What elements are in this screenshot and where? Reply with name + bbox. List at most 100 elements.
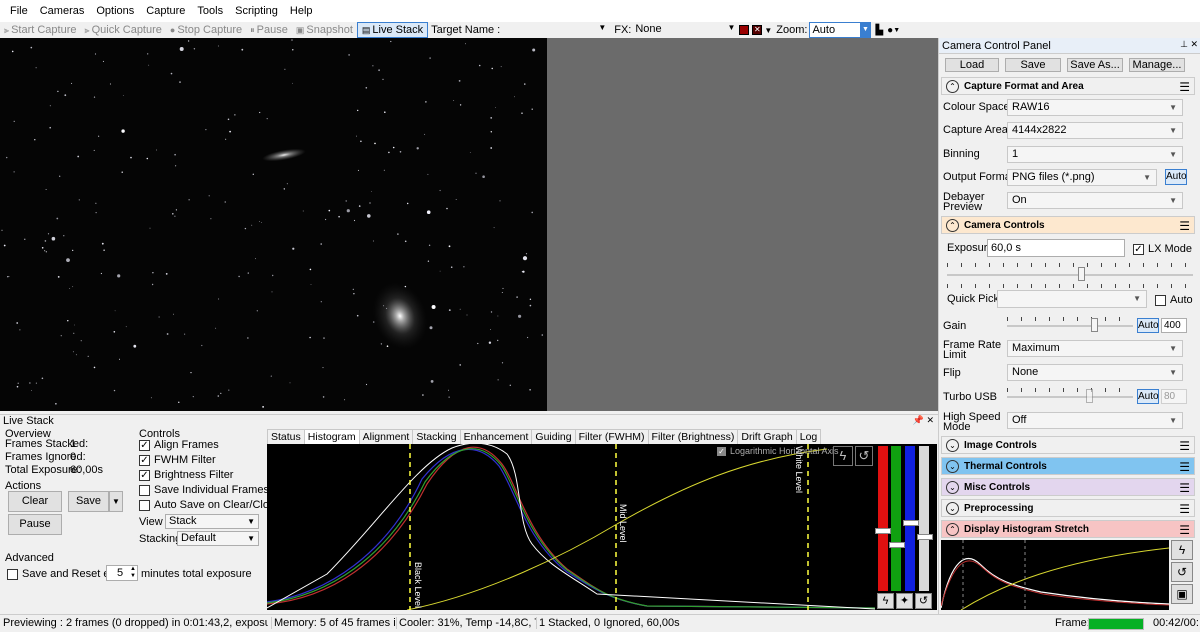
tab-filter-fwhm[interactable]: Filter (FWHM) (574, 429, 649, 444)
reset-levels-icon[interactable]: ↺ (915, 593, 932, 609)
frame-rate-limit-select[interactable]: Maximum ▼ (1007, 340, 1183, 357)
display-histogram-plot[interactable] (940, 540, 1170, 611)
red-slider-thumb[interactable] (875, 528, 891, 534)
green-slider-thumb[interactable] (889, 542, 905, 548)
output-format-select[interactable]: PNG files (*.png) ▼ (1007, 169, 1157, 186)
luminance-level-bar[interactable] (919, 446, 929, 591)
colour-space-select[interactable]: RAW16 ▼ (1007, 99, 1183, 116)
gain-auto-button[interactable]: Auto (1137, 318, 1159, 333)
profile-load-button[interactable]: Load (945, 58, 999, 72)
snapshot-button[interactable]: ▣ Snapshot (292, 22, 357, 38)
profile-manage-button[interactable]: Manage... (1129, 58, 1185, 72)
profile-save-button[interactable]: Save (1005, 58, 1061, 72)
brightness-filter-checkbox[interactable]: ✓ Brightness Filter (139, 469, 233, 481)
start-capture-button[interactable]: ⫸ Start Capture (0, 22, 81, 38)
menu-options[interactable]: Options (90, 0, 140, 22)
turbo-auto-button[interactable]: Auto (1137, 389, 1159, 404)
log-axis-checkbox[interactable]: ✓ Logarithmic Horizontal Axis (717, 446, 839, 457)
stop-capture-button[interactable]: ● Stop Capture (166, 22, 246, 38)
auto-save-checkbox[interactable]: Auto Save on Clear/Close (139, 499, 281, 511)
stacking-select[interactable]: Default ▼ (177, 531, 259, 546)
tab-filter-brightness[interactable]: Filter (Brightness) (647, 429, 739, 444)
gain-slider-thumb[interactable] (1091, 318, 1098, 332)
live-stack-button[interactable]: ▤ Live Stack (356, 22, 429, 38)
display-auto-stretch-icon[interactable]: ϟ (1171, 540, 1193, 560)
menu-icon[interactable]: ☰ (1179, 217, 1190, 235)
histogram-icon[interactable]: ▙ (875, 25, 883, 36)
image-controls-section-header[interactable]: ⌄ Image Controls ☰ (941, 436, 1195, 454)
blue-slider-thumb[interactable] (903, 520, 919, 526)
menu-icon[interactable]: ☰ (1179, 500, 1190, 518)
luminance-slider-thumb[interactable] (917, 534, 933, 540)
capture-area-select[interactable]: 4144x2822 ▼ (1007, 122, 1183, 139)
menu-icon[interactable]: ☰ (1179, 437, 1190, 455)
pause-button[interactable]: ⏸ Pause (246, 22, 292, 38)
display-save-icon[interactable]: ▣ (1171, 584, 1193, 604)
auto-balance-icon[interactable]: ϟ (877, 593, 894, 609)
display-histogram-section-header[interactable]: ⌃ Display Histogram Stretch ☰ (941, 520, 1195, 538)
menu-help[interactable]: Help (284, 0, 319, 22)
reset-icon[interactable]: ↺ (855, 446, 873, 466)
reticle-off-icon[interactable]: ✕ (752, 25, 763, 35)
profile-save-as-button[interactable]: Save As... (1067, 58, 1123, 72)
menu-cameras[interactable]: Cameras (34, 0, 91, 22)
menu-icon[interactable]: ☰ (1179, 458, 1190, 476)
exposure-slider-thumb[interactable] (1078, 267, 1085, 281)
gain-slider-track[interactable] (1007, 325, 1133, 327)
display-reset-icon[interactable]: ↺ (1171, 562, 1193, 582)
tab-guiding[interactable]: Guiding (531, 429, 576, 444)
menu-capture[interactable]: Capture (140, 0, 191, 22)
tab-histogram[interactable]: Histogram (303, 429, 360, 444)
tab-drift-graph[interactable]: Drift Graph (737, 429, 797, 444)
save-dropdown-icon[interactable]: ▼ (109, 491, 123, 512)
pin-icon[interactable]: 📌 ✕ (913, 415, 934, 426)
binning-select[interactable]: 1 ▼ (1007, 146, 1183, 163)
tab-alignment[interactable]: Alignment (358, 429, 414, 444)
link-channels-icon[interactable]: ✦ (896, 593, 913, 609)
tab-log[interactable]: Log (795, 429, 822, 444)
reticle-icon[interactable] (739, 25, 750, 35)
preprocessing-section-header[interactable]: ⌄ Preprocessing ☰ (941, 499, 1195, 517)
histogram-plot[interactable]: Black Level Mid Level White Level ✓ Logar… (266, 442, 876, 611)
thermal-controls-section-header[interactable]: ⌄ Thermal Controls ☰ (941, 457, 1195, 475)
save-stack-button[interactable]: Save (68, 491, 109, 512)
tab-enhancement[interactable]: Enhancement (459, 429, 533, 444)
exposure-input[interactable]: 60,0 s (987, 239, 1125, 257)
menu-tools[interactable]: Tools (191, 0, 229, 22)
turbo-slider-thumb[interactable] (1086, 389, 1093, 403)
fwhm-filter-checkbox[interactable]: ✓ FWHM Filter (139, 454, 216, 466)
preview-image[interactable] (0, 38, 547, 411)
lx-mode-checkbox[interactable]: ✓ LX Mode (1133, 243, 1192, 255)
red-level-bar[interactable] (878, 446, 888, 591)
menu-file[interactable]: File (4, 0, 34, 22)
quick-picks-select[interactable]: ▼ (997, 290, 1147, 308)
flip-select[interactable]: None ▼ (1007, 364, 1183, 381)
quick-capture-button[interactable]: ⫸ Quick Capture (81, 22, 166, 38)
misc-controls-section-header[interactable]: ⌄ Misc Controls ☰ (941, 478, 1195, 496)
view-select[interactable]: Stack ▼ (165, 514, 259, 529)
exposure-slider-track[interactable] (947, 274, 1193, 276)
chevron-down-icon[interactable]: ▼ (764, 26, 772, 35)
menu-icon[interactable]: ☰ (1179, 521, 1190, 539)
debayer-preview-select[interactable]: On ▼ (1007, 192, 1183, 209)
camera-controls-section-header[interactable]: ⌃ Camera Controls ☰ (941, 216, 1195, 234)
high-speed-mode-select[interactable]: Off ▼ (1007, 412, 1183, 429)
green-level-bar[interactable] (891, 446, 901, 591)
output-format-auto-button[interactable]: Auto (1165, 169, 1187, 185)
auto-stretch-icon[interactable]: ϟ (833, 446, 853, 466)
capture-format-section-header[interactable]: ⌃ Capture Format and Area ☰ (941, 77, 1195, 95)
gain-input[interactable]: 400 (1161, 318, 1187, 333)
menu-icon[interactable]: ☰ (1179, 479, 1190, 497)
zoom-select[interactable]: Auto ▼ (809, 22, 872, 38)
target-name-input[interactable]: ▼ (504, 23, 606, 37)
chevron-down-icon[interactable]: ▼ (893, 27, 900, 34)
blue-level-bar[interactable] (905, 446, 915, 591)
quick-picks-auto-checkbox[interactable]: Auto (1155, 294, 1193, 306)
tab-status[interactable]: Status (267, 429, 305, 444)
menu-icon[interactable]: ☰ (1179, 78, 1190, 96)
pause-stack-button[interactable]: Pause (8, 514, 62, 535)
turbo-input[interactable]: 80 (1161, 389, 1187, 404)
fx-select[interactable]: None ▼ (635, 23, 735, 37)
turbo-slider-track[interactable] (1007, 396, 1133, 398)
clear-button[interactable]: Clear (8, 491, 62, 512)
